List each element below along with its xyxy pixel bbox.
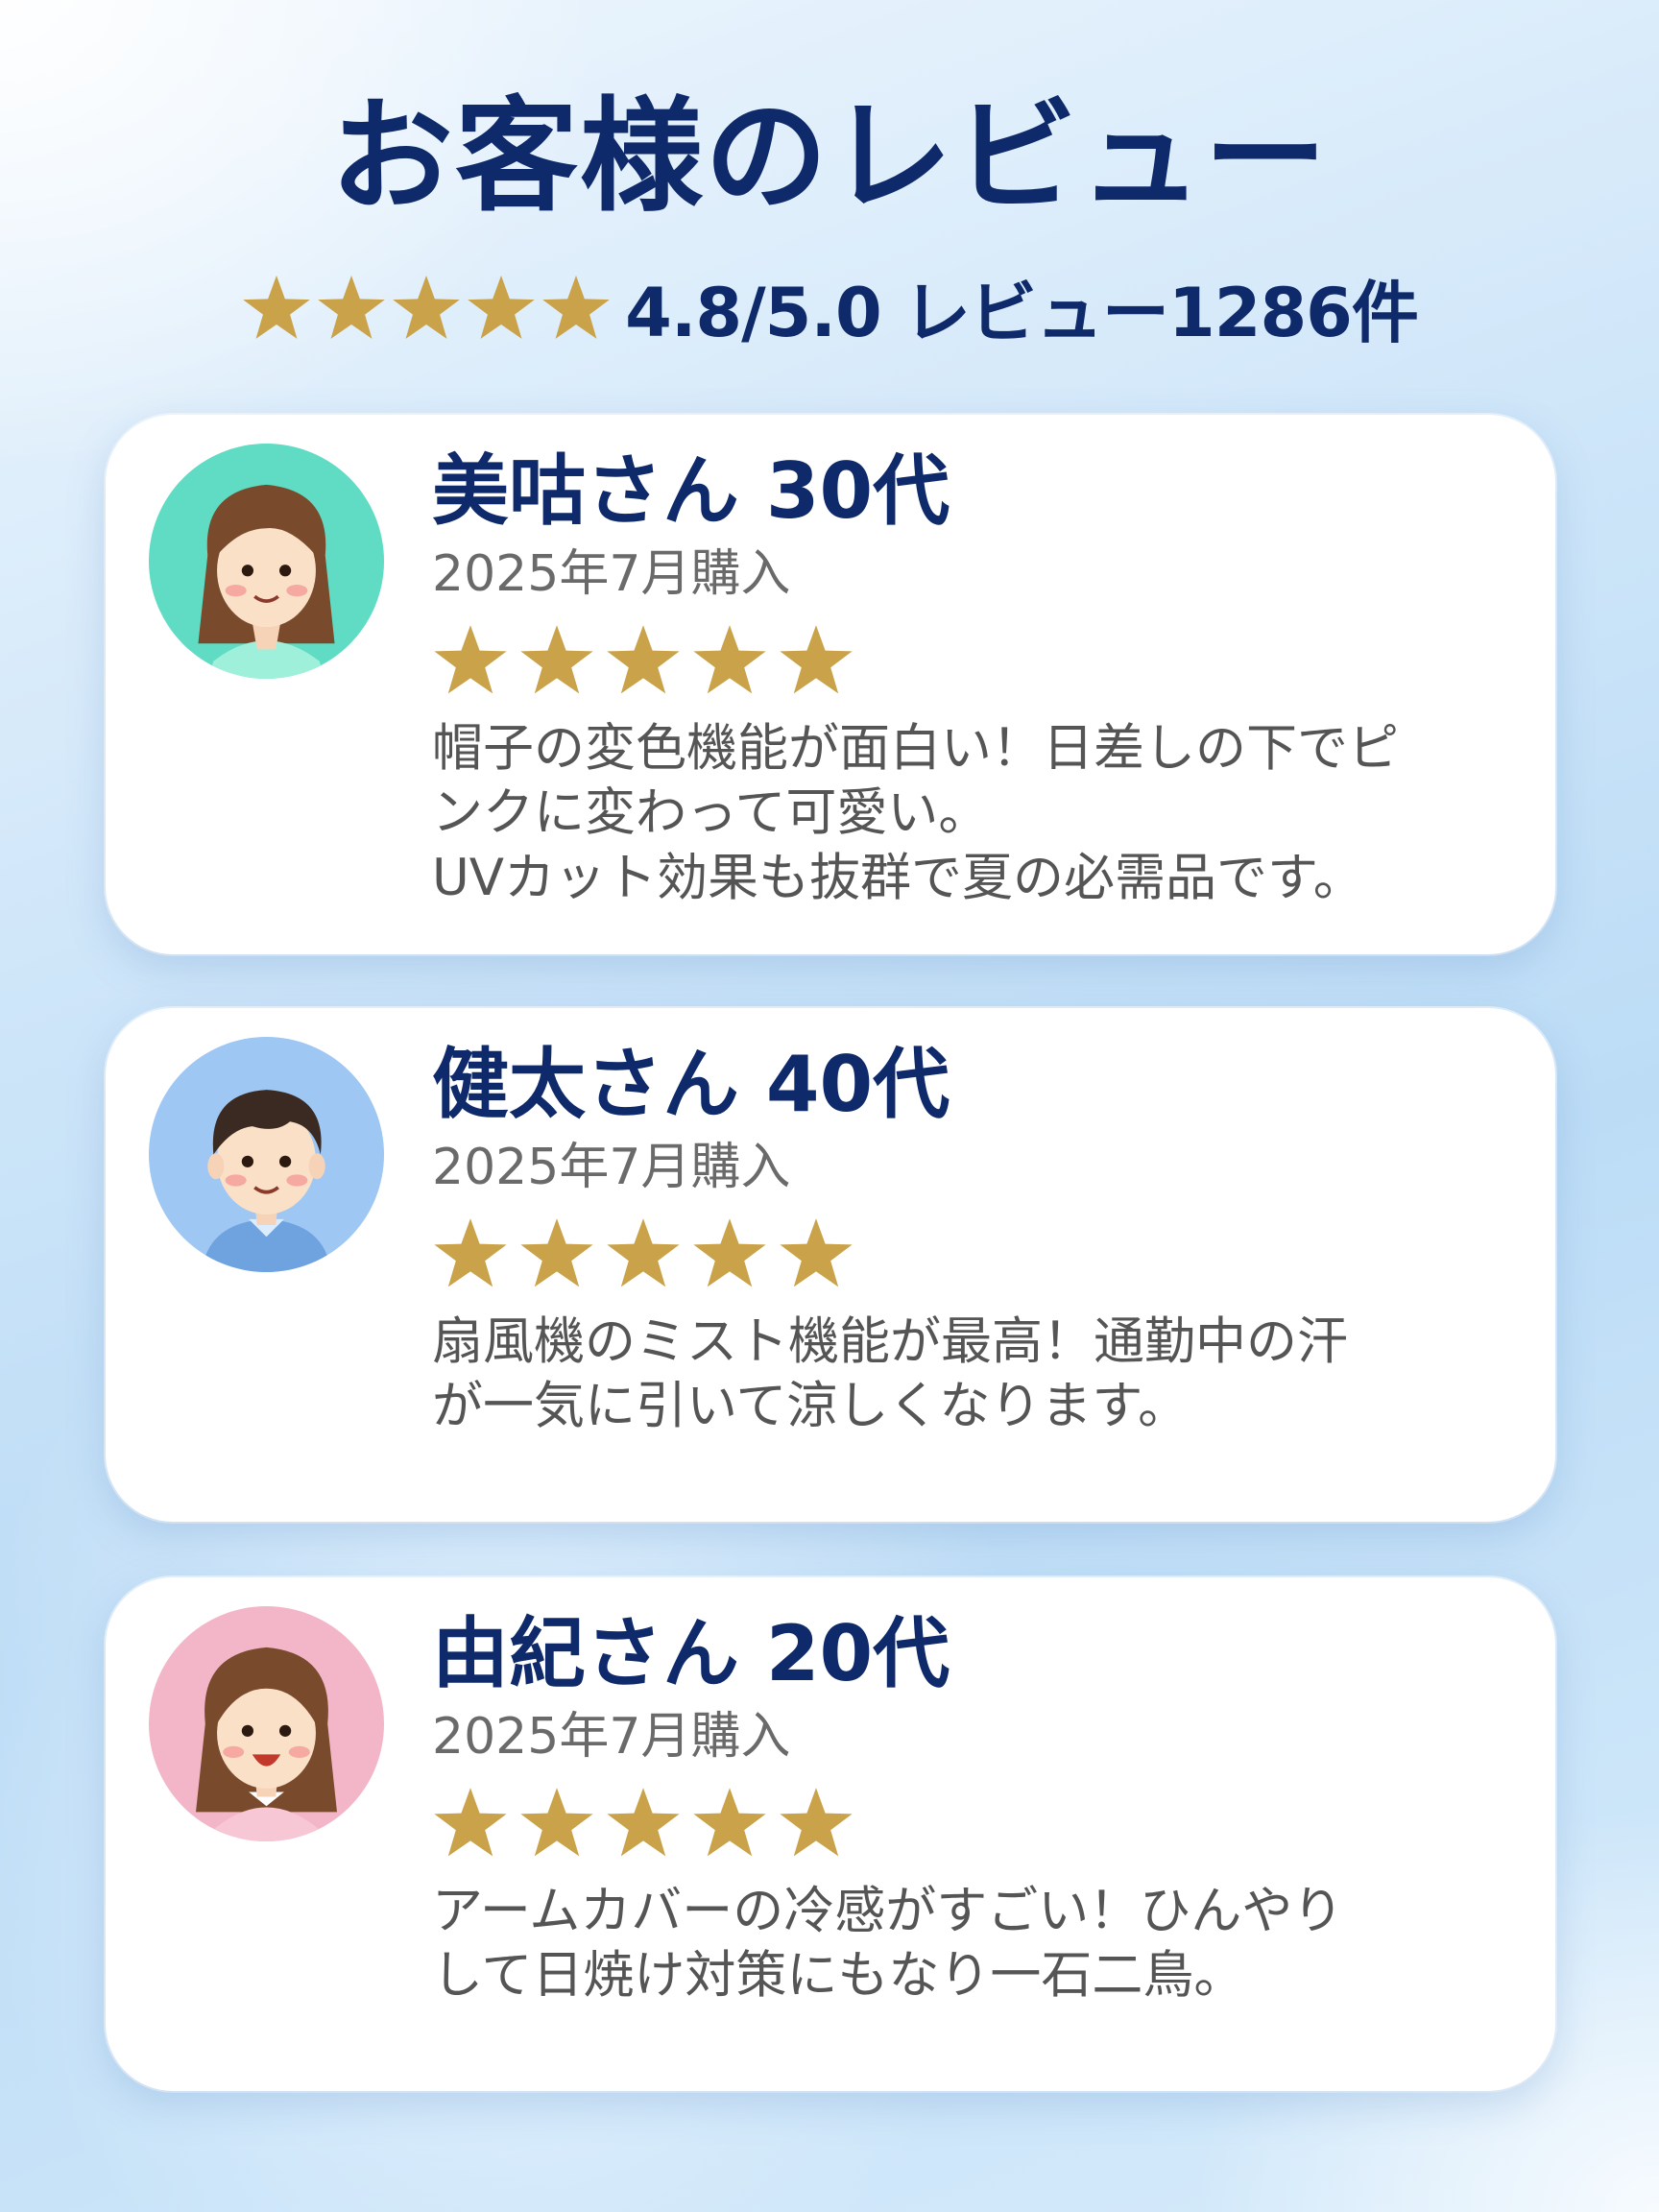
- page-title: お客様のレビュー: [329, 85, 1329, 228]
- reviewer-name: 由紀さん 20代: [432, 1609, 950, 1698]
- star-icon: [778, 1785, 854, 1862]
- star-icon: [391, 273, 462, 344]
- purchase-date: 2025年7月購入: [432, 1139, 791, 1196]
- purchase-date: 2025年7月購入: [432, 1708, 791, 1766]
- star-icon: [605, 622, 682, 699]
- star-icon: [316, 273, 387, 344]
- star-icon: [778, 1215, 854, 1292]
- review-stars: [432, 1785, 1517, 1862]
- man-avatar-icon: [149, 1037, 384, 1272]
- reviewer-name: 健太さん 40代: [432, 1040, 950, 1129]
- star-icon: [241, 273, 312, 344]
- review-card: 由紀さん 20代 2025年7月購入 アームカバーの冷感がすごい！ひんやり して…: [106, 1577, 1555, 2091]
- review-text: 扇風機のミスト機能が最高！通勤中の汗 が一気に引いて涼しくなります。: [432, 1312, 1348, 1436]
- review-content: 健太さん 40代 2025年7月購入 扇風機のミスト機能が最高！通勤中の汗 が一…: [432, 1045, 1517, 1439]
- girl-avatar-icon: [149, 1606, 384, 1841]
- star-icon: [466, 273, 537, 344]
- star-icon: [541, 273, 612, 344]
- star-icon: [432, 622, 509, 699]
- star-icon: [691, 622, 768, 699]
- star-icon: [778, 622, 854, 699]
- star-icon: [691, 1785, 768, 1862]
- review-content: 美咕さん 30代 2025年7月購入 帽子の変色機能が面白い！日差しの下でピ ン…: [432, 451, 1517, 910]
- star-icon: [432, 1785, 509, 1862]
- star-icon: [518, 622, 595, 699]
- review-stars: [432, 1215, 1517, 1292]
- review-stars: [432, 622, 1517, 699]
- review-page: お客様のレビュー 4.8/5.0 レビュー1286件 美咕さん 30代 2025…: [0, 0, 1659, 2212]
- star-icon: [691, 1215, 768, 1292]
- summary-stars: [241, 273, 612, 344]
- reviewer-name: 美咕さん 30代: [432, 446, 950, 536]
- star-icon: [518, 1785, 595, 1862]
- star-icon: [432, 1215, 509, 1292]
- star-icon: [518, 1215, 595, 1292]
- review-content: 由紀さん 20代 2025年7月購入 アームカバーの冷感がすごい！ひんやり して…: [432, 1614, 1517, 2008]
- review-text: アームカバーの冷感がすごい！ひんやり して日焼け対策にもなり一石二鳥。: [432, 1882, 1344, 2006]
- rating-summary: 4.8/5.0 レビュー1286件: [0, 259, 1659, 356]
- purchase-date: 2025年7月購入: [432, 545, 791, 603]
- woman-avatar-icon: [149, 444, 384, 679]
- review-text: 帽子の変色機能が面白い！日差しの下でピ ンクに変わって可愛い。 UVカット効果も…: [432, 719, 1399, 907]
- star-icon: [605, 1215, 682, 1292]
- rating-text: 4.8/5.0 レビュー1286件: [625, 274, 1419, 352]
- review-card: 美咕さん 30代 2025年7月購入 帽子の変色機能が面白い！日差しの下でピ ン…: [106, 415, 1555, 954]
- star-icon: [605, 1785, 682, 1862]
- review-card: 健太さん 40代 2025年7月購入 扇風機のミスト機能が最高！通勤中の汗 が一…: [106, 1008, 1555, 1522]
